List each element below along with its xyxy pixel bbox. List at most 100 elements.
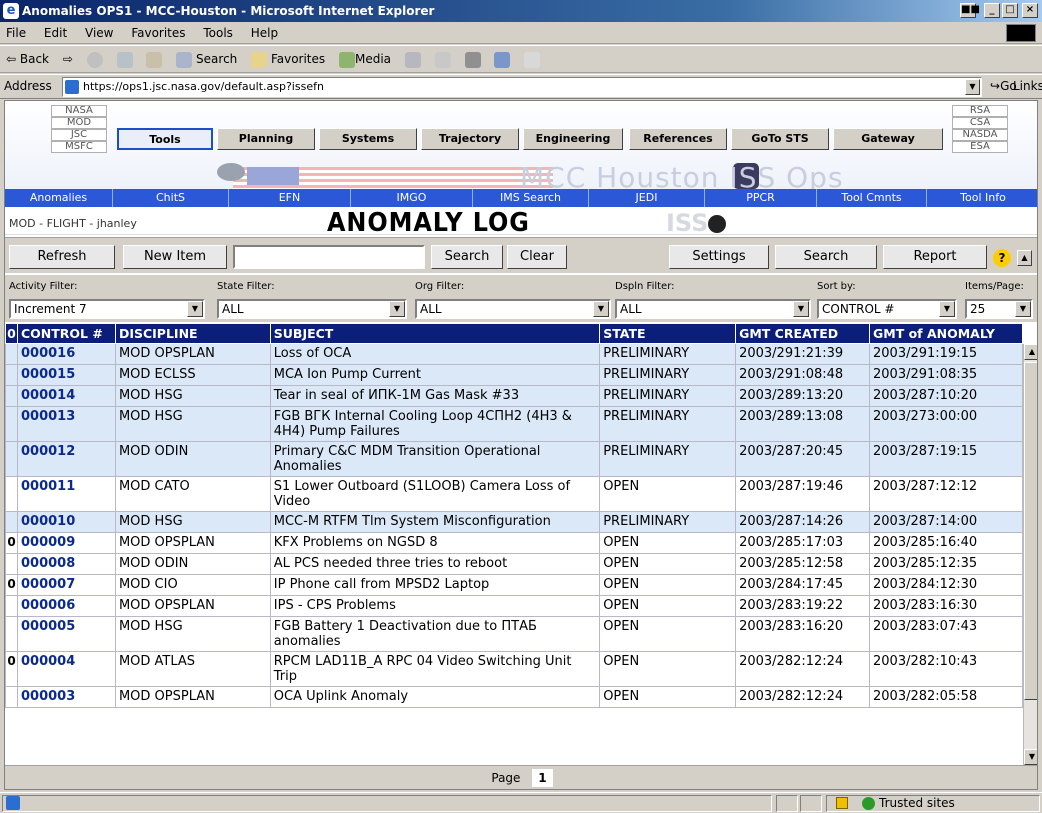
control-number-link[interactable]: 000004 <box>16 651 116 687</box>
agency-esa[interactable]: ESA <box>952 141 1008 153</box>
column-header-subject[interactable]: SUBJECT <box>269 323 601 344</box>
search-button[interactable]: Search <box>431 245 503 269</box>
control-number-link[interactable]: 000003 <box>16 686 116 708</box>
close-button[interactable]: × <box>1022 3 1038 18</box>
new-item-button[interactable]: New Item <box>123 245 227 269</box>
control-number-link[interactable]: 000012 <box>16 441 116 477</box>
state-filter-select[interactable]: ALL ▼ <box>217 299 407 319</box>
column-header-gmt-anomaly[interactable]: GMT of ANOMALY <box>869 323 1023 344</box>
column-header-state[interactable]: STATE <box>599 323 737 344</box>
tool-jedi[interactable]: JEDI <box>589 189 705 207</box>
nav-engineering[interactable]: Engineering <box>523 128 623 150</box>
menu-favorites[interactable]: Favorites <box>131 26 185 40</box>
scroll-thumb[interactable] <box>1024 362 1037 700</box>
home-icon[interactable] <box>146 51 163 68</box>
scroll-down-icon[interactable]: ▼ <box>1024 749 1037 765</box>
table-row[interactable]: 000012 MOD ODIN Primary C&C MDM Transition… <box>5 441 1023 477</box>
menu-help[interactable]: Help <box>251 26 278 40</box>
table-row[interactable]: 0 000004 MOD ATLAS RPCM LAD11B_A RPC 04 Vid… <box>5 651 1023 687</box>
tool-efn[interactable]: EFN <box>229 189 351 207</box>
history-icon[interactable] <box>404 51 421 68</box>
maximize-button[interactable]: □ <box>1002 3 1018 18</box>
column-header-gmt-created[interactable]: GMT CREATED <box>735 323 871 344</box>
control-number-link[interactable]: 000015 <box>16 364 116 386</box>
nav-tools[interactable]: Tools <box>117 128 213 150</box>
agency-nasda[interactable]: NASDA <box>952 129 1008 141</box>
agency-mod[interactable]: MOD <box>51 117 107 129</box>
table-row[interactable]: 000014 MOD HSG Tear in seal of ИПК-1M Gas … <box>5 385 1023 407</box>
org-filter-select[interactable]: ALL ▼ <box>415 299 611 319</box>
control-number-link[interactable]: 000006 <box>16 595 116 617</box>
table-row[interactable]: 0 000009 MOD OPSPLAN KFX Problems on NGSD 8… <box>5 532 1023 554</box>
control-number-link[interactable]: 000016 <box>16 343 116 365</box>
tool-info[interactable]: Tool Info <box>927 189 1037 207</box>
agency-rsa[interactable]: RSA <box>952 105 1008 117</box>
menu-edit[interactable]: Edit <box>44 26 67 40</box>
sort-select[interactable]: CONTROL # ▼ <box>817 299 957 319</box>
back-button[interactable]: ⇦ Back <box>6 46 49 72</box>
nav-references[interactable]: References <box>629 128 727 150</box>
help-icon[interactable]: ? <box>993 249 1011 267</box>
refresh-icon[interactable] <box>116 51 133 68</box>
nav-gateway[interactable]: Gateway <box>833 128 943 150</box>
tool-cmnts[interactable]: Tool Cmnts <box>817 189 927 207</box>
address-dropdown-icon[interactable]: ▼ <box>965 79 980 95</box>
address-input[interactable]: https://ops1.jsc.nasa.gov/default.asp?is… <box>62 77 982 97</box>
stop-icon[interactable] <box>86 51 103 68</box>
table-row[interactable]: 000006 MOD OPSPLAN IPS - CPS Problems OPEN 2… <box>5 595 1023 617</box>
collapse-up-icon[interactable]: ▲ <box>1017 250 1032 266</box>
settings-button[interactable]: Settings <box>669 245 769 269</box>
scroll-up-icon[interactable]: ▲ <box>1024 344 1037 360</box>
table-row[interactable]: 000008 MOD ODIN AL PCS needed three tries … <box>5 553 1023 575</box>
control-number-link[interactable]: 000014 <box>16 385 116 407</box>
favorites-button[interactable]: Favorites <box>251 46 325 72</box>
search-toolbar-button[interactable]: Search <box>176 46 237 72</box>
nav-trajectory[interactable]: Trajectory <box>421 128 519 150</box>
table-row[interactable]: 000005 MOD HSG FGB Battery 1 Deactivation … <box>5 616 1023 652</box>
agency-msfc[interactable]: MSFC <box>51 141 107 153</box>
mail-icon[interactable] <box>434 51 451 68</box>
agency-jsc[interactable]: JSC <box>51 129 107 141</box>
attachment-column-header[interactable]: 0 <box>5 323 18 344</box>
table-row[interactable]: 000011 MOD CATO S1 Lower Outboard (S1LOOB)… <box>5 476 1023 512</box>
extra-button[interactable]: ■■ <box>960 3 980 18</box>
dspln-filter-select[interactable]: ALL ▼ <box>615 299 811 319</box>
control-number-link[interactable]: 000005 <box>16 616 116 652</box>
column-header-discipline[interactable]: DISCIPLINE <box>114 323 271 344</box>
nav-goto-sts[interactable]: GoTo STS <box>731 128 829 150</box>
edit-icon[interactable] <box>494 51 511 68</box>
table-row[interactable]: 000016 MOD OPSPLAN Loss of OCA PRELIMINARY 2… <box>5 343 1023 365</box>
activity-filter-select[interactable]: Increment 7 ▼ <box>9 299 205 319</box>
control-number-link[interactable]: 000011 <box>16 476 116 512</box>
control-number-link[interactable]: 000009 <box>16 532 116 554</box>
report-button[interactable]: Report <box>883 245 987 269</box>
table-row[interactable]: 000015 MOD ECLSS MCA Ion Pump Current PRELI… <box>5 364 1023 386</box>
nav-planning[interactable]: Planning <box>217 128 315 150</box>
search-input[interactable] <box>233 245 425 269</box>
control-number-link[interactable]: 000008 <box>16 553 116 575</box>
discuss-icon[interactable] <box>524 51 541 68</box>
column-header-control[interactable]: CONTROL # <box>16 323 116 344</box>
advanced-search-button[interactable]: Search <box>775 245 877 269</box>
control-number-link[interactable]: 000010 <box>16 511 116 533</box>
nav-systems[interactable]: Systems <box>319 128 417 150</box>
tool-ims-search[interactable]: IMS Search <box>473 189 589 207</box>
refresh-button[interactable]: Refresh <box>9 245 115 269</box>
clear-button[interactable]: Clear <box>507 245 567 269</box>
table-row[interactable]: 0 000007 MOD CIO IP Phone call from MPSD2 L… <box>5 574 1023 596</box>
agency-csa[interactable]: CSA <box>952 117 1008 129</box>
links-button[interactable]: Links <box>1013 75 1042 98</box>
media-button[interactable]: Media <box>338 46 391 72</box>
tool-imgo[interactable]: IMGO <box>351 189 473 207</box>
page-number[interactable]: 1 <box>532 769 553 787</box>
control-number-link[interactable]: 000007 <box>16 574 116 596</box>
menu-view[interactable]: View <box>85 26 113 40</box>
tool-anomalies[interactable]: Anomalies <box>5 189 113 207</box>
table-row[interactable]: 000013 MOD HSG FGB ВГК Internal Cooling Lo… <box>5 406 1023 442</box>
table-scrollbar[interactable]: ▲ ▼ <box>1023 344 1037 765</box>
items-per-page-select[interactable]: 25 ▼ <box>965 299 1033 319</box>
print-icon[interactable] <box>464 51 481 68</box>
menu-file[interactable]: File <box>6 26 26 40</box>
tool-chits[interactable]: ChitS <box>113 189 229 207</box>
menu-tools[interactable]: Tools <box>203 26 233 40</box>
